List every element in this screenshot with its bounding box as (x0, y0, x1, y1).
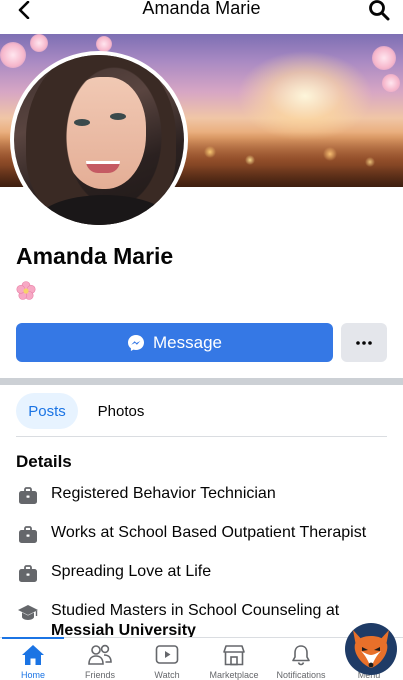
detail-row-education: Studied Masters in School Counseling at … (16, 601, 396, 641)
search-icon (369, 0, 390, 21)
detail-row: Works at School Based Outpatient Therapi… (16, 523, 396, 546)
bottom-navigation: Home Friends Watch Marketplace Notificat… (0, 637, 403, 680)
detail-row: Registered Behavior Technician (16, 484, 396, 507)
tab-photos-label: Photos (97, 402, 145, 420)
details-heading: Details (16, 452, 72, 471)
section-separator (0, 378, 403, 385)
nav-notifications[interactable]: Notifications (268, 638, 334, 680)
fox-logo (345, 623, 397, 675)
nav-notifications-label: Notifications (276, 670, 326, 680)
nav-watch-label: Watch (154, 670, 180, 680)
nav-home-label: Home (20, 670, 45, 680)
chevron-left-icon (18, 1, 30, 19)
page-title: Amanda Marie (142, 0, 261, 18)
tab-posts-label: Posts (28, 402, 66, 420)
watch-icon (154, 642, 180, 668)
briefcase-icon (16, 524, 40, 546)
detail-text: Works at School Based Outpatient Therapi… (51, 524, 367, 541)
nav-friends[interactable]: Friends (67, 638, 133, 680)
bell-icon (288, 642, 314, 668)
education-text: Studied Masters in School Counseling at (51, 602, 340, 619)
briefcase-icon (16, 485, 40, 507)
blossom-decoration (0, 42, 26, 68)
detail-row: Spreading Love at Life (16, 562, 396, 585)
profile-picture-frame[interactable] (10, 51, 188, 229)
detail-text: Registered Behavior Technician (51, 485, 276, 502)
message-button[interactable]: Message (16, 323, 333, 362)
top-bar: Amanda Marie (0, 0, 403, 34)
tab-divider (16, 436, 387, 437)
blossom-decoration (30, 34, 48, 52)
nav-marketplace[interactable]: Marketplace (201, 638, 267, 680)
blossom-decoration (382, 74, 400, 92)
nav-friends-label: Friends (84, 670, 115, 680)
briefcase-icon (16, 563, 40, 585)
tab-photos[interactable]: Photos (88, 393, 154, 429)
profile-name: Amanda Marie (16, 243, 174, 269)
back-button[interactable] (10, 0, 38, 20)
message-button-label: Message (153, 332, 222, 352)
more-options-button[interactable] (341, 323, 387, 362)
search-button[interactable] (367, 0, 391, 21)
blossom-decoration (372, 46, 396, 70)
detail-text: Spreading Love at Life (51, 563, 212, 580)
cherry-blossom-icon (16, 281, 36, 300)
friends-icon (87, 642, 113, 668)
tab-posts[interactable]: Posts (16, 393, 78, 429)
nav-marketplace-label: Marketplace (209, 670, 259, 680)
home-icon (20, 642, 46, 668)
graduation-cap-icon (16, 602, 40, 624)
nav-home[interactable]: Home (0, 638, 66, 680)
detail-text: Studied Masters in School Counseling at … (51, 601, 339, 641)
nav-watch[interactable]: Watch (134, 638, 200, 680)
marketplace-icon (221, 642, 247, 668)
more-icon (356, 340, 372, 345)
blossom-decoration (96, 36, 112, 52)
avatar (14, 55, 184, 225)
messenger-icon (128, 334, 144, 351)
